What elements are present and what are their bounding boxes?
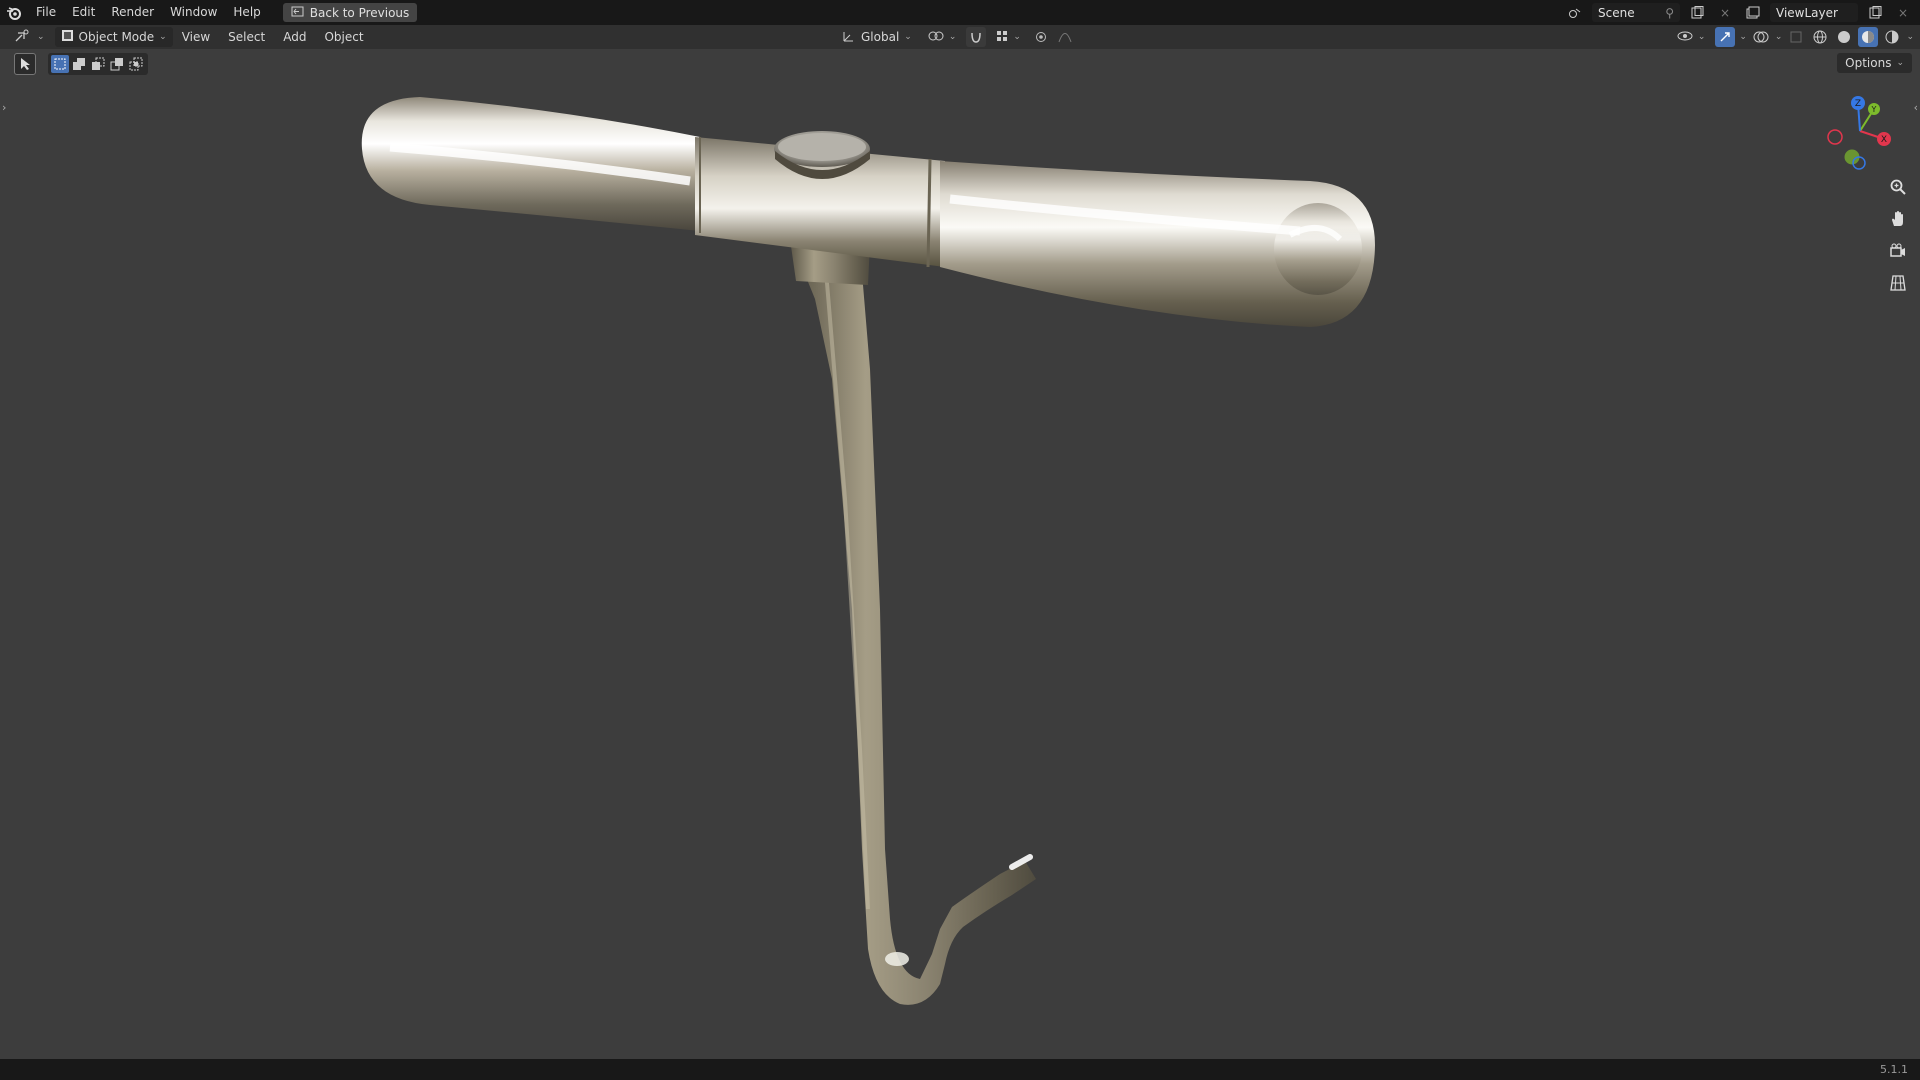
top-bar: File Edit Render Window Help Back to Pre… [0, 0, 1920, 25]
grid-icon[interactable] [1884, 270, 1912, 296]
new-scene-icon[interactable] [1686, 3, 1708, 22]
shading-wireframe-icon[interactable] [1810, 27, 1830, 47]
chevron-down-icon: ⌄ [1697, 32, 1706, 42]
menu-render[interactable]: Render [103, 0, 162, 25]
zoom-icon[interactable] [1884, 174, 1912, 200]
back-icon [291, 6, 304, 20]
chevron-down-icon: ⌄ [948, 32, 957, 42]
editor-type-button[interactable]: ⌄ [8, 27, 51, 47]
menu-file[interactable]: File [28, 0, 64, 25]
back-to-previous-button[interactable]: Back to Previous [282, 3, 418, 22]
chevron-down-icon[interactable]: ⌄ [1739, 32, 1747, 42]
chevron-down-icon: ⌄ [37, 32, 45, 42]
transform-orientation-dropdown[interactable]: Global ⌄ [836, 27, 918, 47]
gizmo-z-label: Z [1855, 99, 1861, 109]
xray-icon[interactable] [1786, 27, 1806, 47]
visibility-dropdown[interactable]: ⌄ [1671, 27, 1712, 47]
gizmo-y-label: Y [1871, 105, 1877, 114]
view-layer-name: ViewLayer [1776, 5, 1838, 20]
header-menu-select[interactable]: Select [219, 25, 274, 49]
navigation-gizmo[interactable]: Y X Z [1820, 91, 1900, 171]
header-menu-view[interactable]: View [173, 25, 219, 49]
object-mode-label: Object Mode [78, 30, 155, 44]
view-layer-type-icon[interactable] [1742, 3, 1764, 22]
menu-edit[interactable]: Edit [64, 0, 103, 25]
scene-name: Scene [1598, 5, 1635, 20]
shading-solid-icon[interactable] [1834, 27, 1854, 47]
proportional-icon[interactable] [1031, 27, 1051, 47]
delete-scene-icon[interactable]: × [1714, 3, 1736, 22]
editor-type-icon [14, 29, 32, 46]
transform-orientation-label: Global [861, 30, 900, 44]
menu-window[interactable]: Window [162, 0, 225, 25]
back-to-previous-label: Back to Previous [309, 5, 410, 20]
object-mode-dropdown[interactable]: Object Mode ⌄ [54, 27, 173, 47]
chevron-down-icon[interactable]: ⌄ [1906, 32, 1914, 42]
menu-help[interactable]: Help [225, 0, 268, 25]
overlay-icon[interactable] [1751, 27, 1771, 47]
chevron-down-icon[interactable]: ⌄ [1775, 32, 1783, 42]
snap-target-dropdown[interactable]: ⌄ [990, 27, 1027, 47]
3d-viewport[interactable]: Options ⌄ › ‹ Y X Z [0, 49, 1920, 1059]
gizmo-icon[interactable] [1715, 27, 1736, 47]
object-mode-icon [61, 29, 74, 45]
camera-icon[interactable] [1884, 238, 1912, 264]
header-menu-add[interactable]: Add [274, 25, 315, 49]
gizmo-neg-x[interactable] [1827, 129, 1843, 145]
pin-icon[interactable]: ⚲ [1665, 6, 1674, 20]
chevron-down-icon: ⌄ [1013, 32, 1021, 42]
3d-model-t-handle-hook[interactable] [0, 49, 1920, 1059]
viewport-header: ⌄ Object Mode ⌄ View Select Add Object G… [0, 25, 1920, 49]
header-menu-object[interactable]: Object [315, 25, 372, 49]
pivot-icon [928, 29, 944, 46]
chevron-down-icon: ⌄ [904, 32, 912, 42]
scene-type-icon[interactable] [1564, 3, 1586, 22]
delete-view-layer-icon[interactable]: × [1892, 3, 1914, 22]
pan-hand-icon[interactable] [1884, 206, 1912, 232]
shading-rendered-icon[interactable] [1882, 27, 1902, 47]
shading-material-icon[interactable] [1858, 27, 1879, 47]
version-label: 5.1.1 [1880, 1063, 1908, 1076]
status-bar: 5.1.1 [0, 1059, 1920, 1080]
falloff-icon[interactable] [1055, 27, 1075, 47]
pivot-point-dropdown[interactable]: ⌄ [922, 27, 963, 47]
new-view-layer-icon[interactable] [1864, 3, 1886, 22]
blender-logo-icon[interactable] [0, 0, 28, 25]
gizmo-x-label: X [1881, 135, 1887, 145]
chevron-down-icon: ⌄ [159, 32, 167, 42]
snap-icon[interactable] [966, 27, 987, 47]
view-layer-selector[interactable]: ViewLayer [1770, 3, 1858, 22]
transform-icon [842, 29, 856, 46]
visibility-icon [1677, 30, 1693, 45]
scene-selector[interactable]: Scene ⚲ [1592, 3, 1680, 22]
snap-grid-icon [996, 30, 1008, 45]
